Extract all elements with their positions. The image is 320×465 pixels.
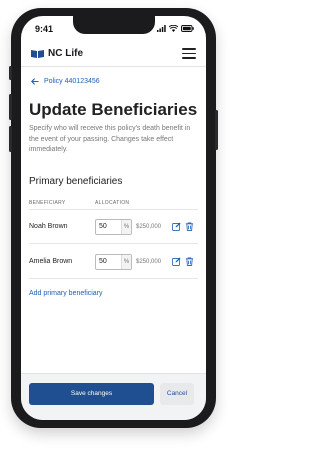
brand-logo[interactable]: NC Life <box>31 48 83 59</box>
column-header-beneficiary: BENEFICIARY <box>29 200 66 206</box>
status-time: 9:41 <box>35 24 54 34</box>
allocation-value[interactable]: 50 <box>96 220 121 234</box>
volume-up-button <box>9 94 12 120</box>
power-button <box>215 110 218 150</box>
trash-icon[interactable] <box>185 257 194 266</box>
beneficiary-name: Noah Brown <box>29 223 68 230</box>
edit-icon[interactable] <box>172 222 181 231</box>
trash-icon[interactable] <box>185 222 194 231</box>
brand-name: NC Life <box>48 48 83 59</box>
battery-icon <box>181 25 194 32</box>
book-icon <box>31 50 44 58</box>
percent-suffix: % <box>121 255 131 269</box>
status-bar: 9:41 <box>35 24 194 36</box>
volume-down-button <box>9 126 12 152</box>
status-icons <box>157 25 194 32</box>
percent-suffix: % <box>121 220 131 234</box>
divider <box>29 243 198 244</box>
arrow-left-icon <box>31 78 39 85</box>
column-header-allocation: ALLOCATION <box>95 200 130 206</box>
divider <box>29 209 198 210</box>
add-primary-beneficiary-link[interactable]: Add primary beneficiary <box>29 290 103 297</box>
page-title: Update Beneficiaries <box>29 100 198 119</box>
wifi-icon <box>169 25 178 32</box>
benefit-amount: $250,000 <box>136 224 162 230</box>
mute-switch <box>9 66 12 80</box>
cancel-button[interactable]: Cancel <box>160 383 194 405</box>
allocation-value[interactable]: 50 <box>96 255 121 269</box>
allocation-input[interactable]: 50 % <box>95 219 132 235</box>
section-title: Primary beneficiaries <box>29 176 123 187</box>
breadcrumb-back-link[interactable]: Policy 440123456 <box>31 78 100 85</box>
save-changes-button[interactable]: Save changes <box>29 383 154 405</box>
app-header: NC Life <box>21 42 206 67</box>
breadcrumb-label: Policy 440123456 <box>44 78 100 85</box>
action-footer: Save changes Cancel <box>21 373 206 420</box>
phone-screen: 9:41 NC Life Policy 440123456 Update Ben… <box>21 16 206 420</box>
signal-icon <box>157 25 166 32</box>
edit-icon[interactable] <box>172 257 181 266</box>
allocation-input[interactable]: 50 % <box>95 254 132 270</box>
divider <box>29 278 198 279</box>
benefit-amount: $250,000 <box>136 259 162 265</box>
beneficiary-name: Amelia Brown <box>29 258 73 265</box>
hamburger-menu-icon[interactable] <box>182 48 196 59</box>
page-description: Specify who will receive this policy's d… <box>29 125 191 153</box>
